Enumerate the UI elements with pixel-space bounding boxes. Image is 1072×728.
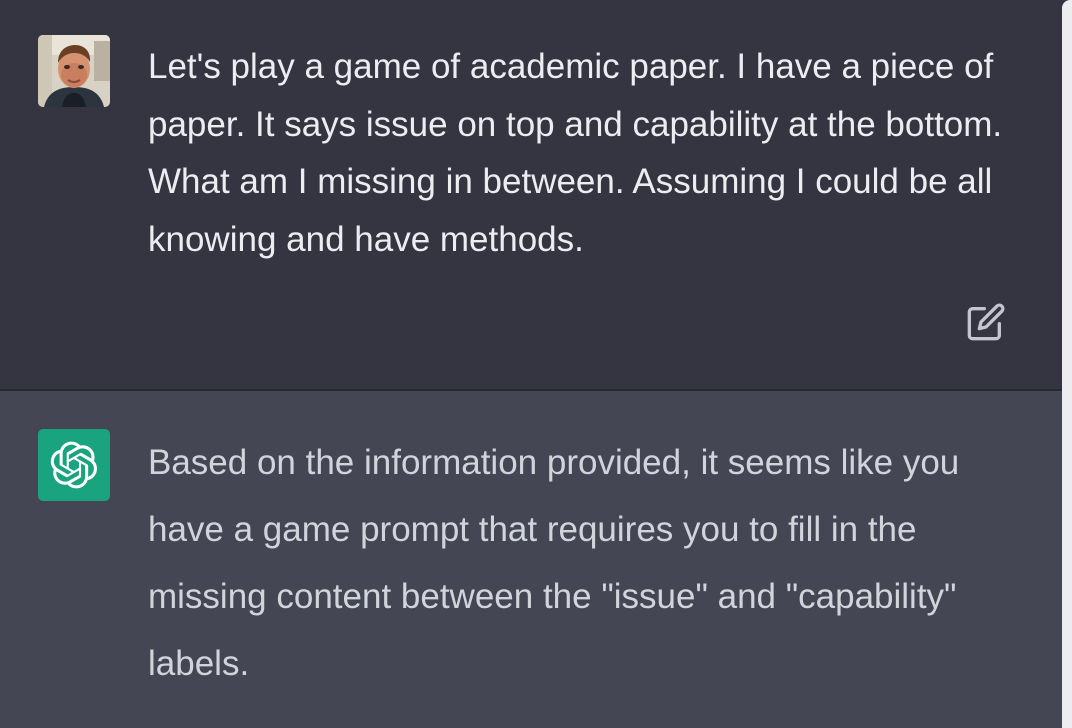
edit-message-button[interactable]: [966, 302, 1006, 342]
user-avatar: [38, 35, 110, 107]
edit-icon: [967, 303, 1005, 341]
chat-thread: Let's play a game of academic paper. I h…: [0, 0, 1062, 728]
assistant-message-text: Based on the information provided, it se…: [148, 443, 960, 683]
openai-logo-icon: [50, 441, 97, 489]
assistant-message: Based on the information provided, it se…: [0, 391, 1062, 728]
user-avatar-photo-icon: [38, 35, 110, 107]
scrollbar[interactable]: [1062, 0, 1072, 728]
user-message-text: Let's play a game of academic paper. I h…: [148, 47, 1003, 259]
user-message: Let's play a game of academic paper. I h…: [0, 0, 1062, 389]
assistant-avatar: [38, 429, 110, 501]
